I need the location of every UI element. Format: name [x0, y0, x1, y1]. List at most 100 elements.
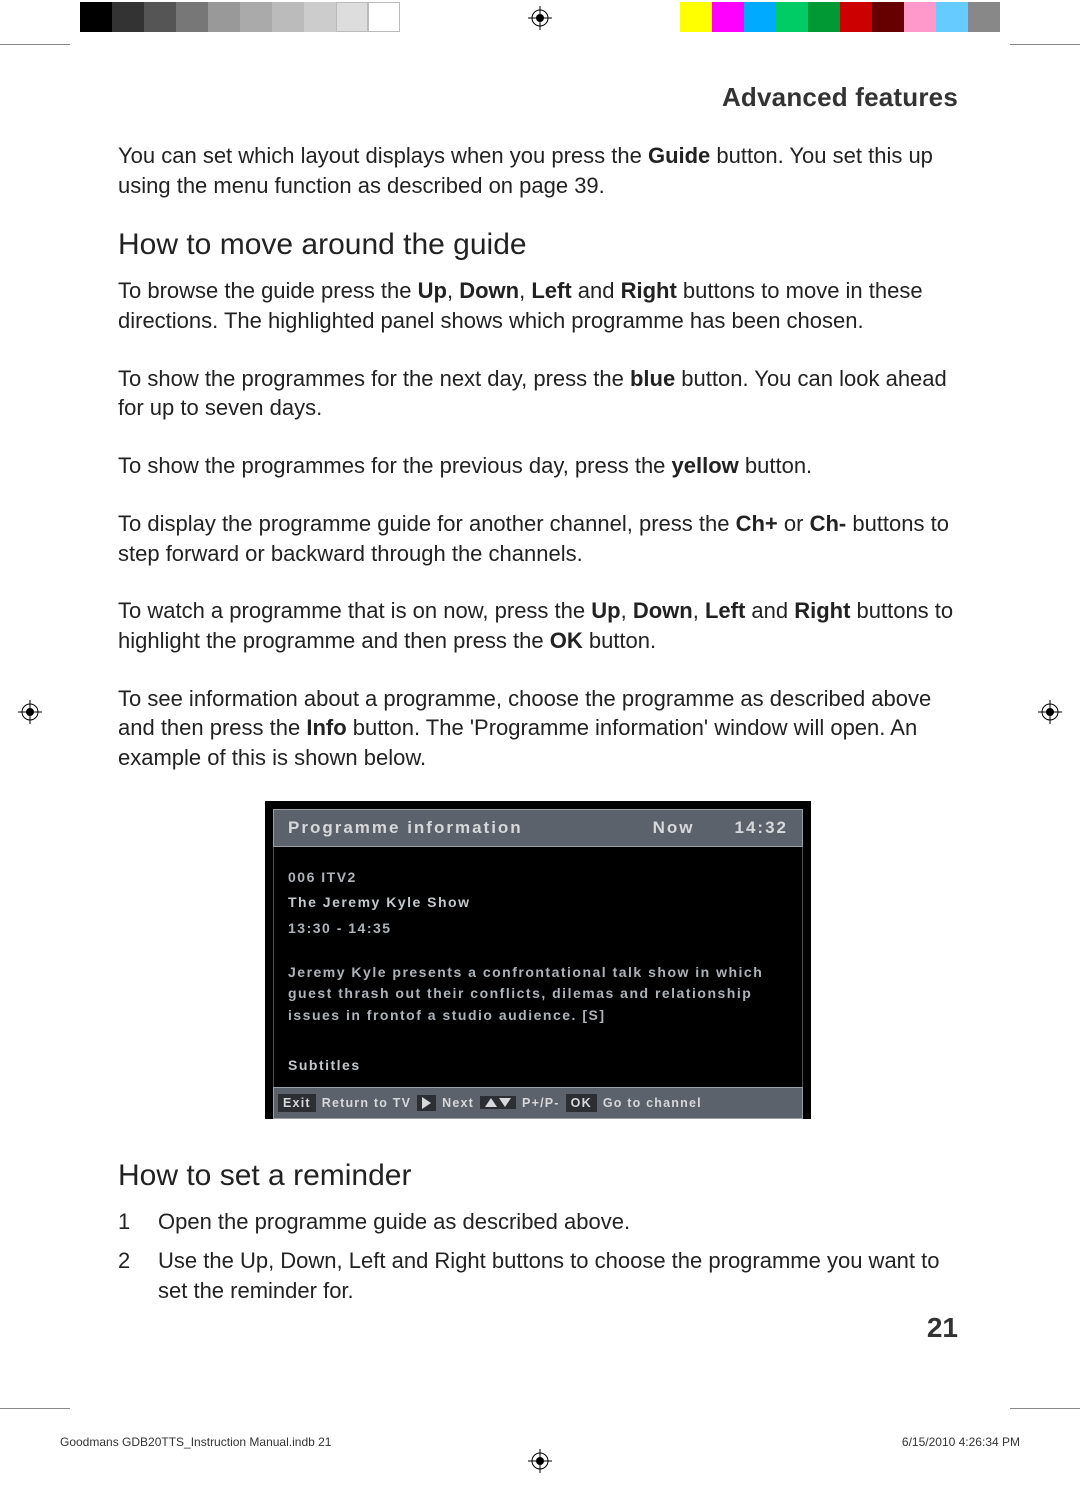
bold-text: Left [531, 278, 571, 303]
registration-mark-icon [1038, 700, 1062, 724]
section-title: Advanced features [118, 82, 958, 113]
bold-text: Right [621, 278, 677, 303]
programme-description: Jeremy Kyle presents a confrontational t… [288, 962, 788, 1027]
swatch [904, 2, 936, 32]
registration-mark-icon [528, 6, 552, 30]
programme-info-window: Programme information Now 14:32 006 ITV2… [265, 801, 811, 1119]
swatch [240, 2, 272, 32]
subhead-move-guide: How to move around the guide [118, 228, 958, 262]
text: Use the [158, 1248, 240, 1273]
swatch [744, 2, 776, 32]
colorbar-right [680, 2, 1000, 32]
time-slot: 13:30 - 14:35 [288, 918, 788, 940]
bold-text: blue [630, 366, 675, 391]
crop-line [0, 44, 70, 45]
swatch [304, 2, 336, 32]
colorbar-left [80, 2, 400, 32]
step-1: 1 Open the programme guide as described … [118, 1207, 958, 1237]
bold-text: Ch- [810, 511, 847, 536]
bold-text: Right [794, 598, 850, 623]
info-window-header: Programme information Now 14:32 [273, 809, 803, 847]
text: or [778, 511, 810, 536]
step-number: 2 [118, 1246, 158, 1305]
bold-text: OK [550, 628, 583, 653]
bold-text: Info [306, 715, 346, 740]
paragraph-nextday: To show the programmes for the next day,… [118, 364, 958, 423]
text: , [693, 598, 705, 623]
text: To show the programmes for the next day,… [118, 366, 630, 391]
swatch [80, 2, 112, 32]
swatch [776, 2, 808, 32]
exit-button-label: Exit [278, 1094, 316, 1112]
swatch [272, 2, 304, 32]
show-name: The Jeremy Kyle Show [288, 892, 788, 914]
paragraph-browse: To browse the guide press the Up, Down, … [118, 276, 958, 335]
paragraph-info: To see information about a programme, ch… [118, 684, 958, 773]
swatch [968, 2, 1000, 32]
bold-text: Left [349, 1248, 386, 1273]
page-number: 21 [927, 1312, 958, 1344]
bold-text: Right [434, 1248, 485, 1273]
reminder-steps: 1 Open the programme guide as described … [118, 1207, 958, 1306]
text: and [745, 598, 794, 623]
channel-line: 006 ITV2 [288, 867, 788, 889]
crop-line [1010, 1408, 1080, 1409]
bold-text: Ch+ [736, 511, 778, 536]
step-2: 2 Use the Up, Down, Left and Right butto… [118, 1246, 958, 1305]
swatch [112, 2, 144, 32]
go-label: Go to channel [603, 1096, 702, 1110]
page-content: Advanced features You can set which layo… [118, 82, 958, 1316]
print-footer: Goodmans GDB20TTS_Instruction Manual.ind… [60, 1435, 1020, 1449]
paragraph-intro: You can set which layout displays when y… [118, 141, 958, 200]
text: , [268, 1248, 280, 1273]
bold-text: Down [459, 278, 519, 303]
swatch [208, 2, 240, 32]
info-window-title: Programme information [288, 818, 523, 838]
text: and [572, 278, 621, 303]
info-window-clock: 14:32 [735, 818, 788, 838]
bold-text: Guide [648, 143, 710, 168]
swatch [936, 2, 968, 32]
swatch [336, 2, 368, 32]
paragraph-watch: To watch a programme that is on now, pre… [118, 596, 958, 655]
text: button. [583, 628, 656, 653]
bold-text: Up [418, 278, 447, 303]
swatch [176, 2, 208, 32]
pplus-label: P+/P- [522, 1096, 560, 1110]
text: , [447, 278, 459, 303]
subtitles-label: Subtitles [288, 1055, 788, 1077]
text: button. [739, 453, 812, 478]
footer-filename: Goodmans GDB20TTS_Instruction Manual.ind… [60, 1435, 331, 1449]
subhead-set-reminder: How to set a reminder [118, 1159, 958, 1193]
text: To display the programme guide for anoth… [118, 511, 736, 536]
paragraph-channel: To display the programme guide for anoth… [118, 509, 958, 568]
text: To browse the guide press the [118, 278, 418, 303]
crop-line [0, 1408, 70, 1409]
bold-text: yellow [672, 453, 739, 478]
ok-button-label: OK [566, 1094, 597, 1112]
info-window-footer: Exit Return to TV Next P+/P- OK Go to ch… [273, 1087, 803, 1119]
step-text: Open the programme guide as described ab… [158, 1207, 630, 1237]
registration-mark-icon [18, 700, 42, 724]
text: To watch a programme that is on now, pre… [118, 598, 591, 623]
play-right-icon [417, 1095, 436, 1111]
bold-text: Down [280, 1248, 336, 1273]
swatch [808, 2, 840, 32]
registration-mark-icon [528, 1449, 552, 1473]
text: , [519, 278, 531, 303]
next-label: Next [442, 1096, 474, 1110]
text: To show the programmes for the previous … [118, 453, 672, 478]
swatch [712, 2, 744, 32]
bold-text: Left [705, 598, 745, 623]
bold-text: Up [240, 1248, 268, 1273]
text: , [337, 1248, 349, 1273]
step-number: 1 [118, 1207, 158, 1237]
return-label: Return to TV [322, 1096, 411, 1110]
text: You can set which layout displays when y… [118, 143, 648, 168]
swatch [144, 2, 176, 32]
paragraph-prevday: To show the programmes for the previous … [118, 451, 958, 481]
text: , [621, 598, 633, 623]
text: and [385, 1248, 434, 1273]
footer-timestamp: 6/15/2010 4:26:34 PM [902, 1435, 1020, 1449]
bold-text: Down [633, 598, 693, 623]
